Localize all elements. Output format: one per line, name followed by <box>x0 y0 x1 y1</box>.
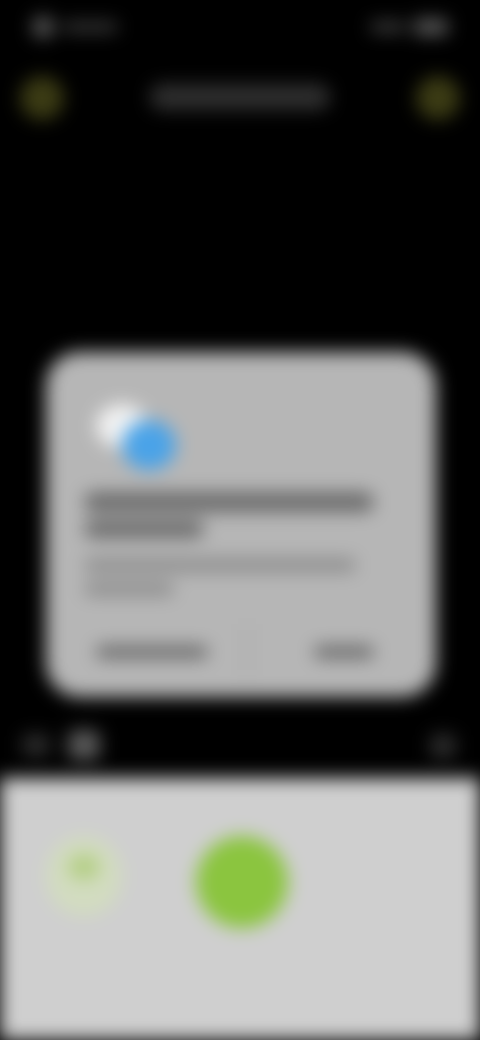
status-bar <box>0 0 480 56</box>
options-icon[interactable] <box>416 76 460 120</box>
dialog-primary-button-text <box>314 646 374 658</box>
dialog-primary-button[interactable] <box>274 636 398 666</box>
dialog-title-line-1 <box>84 492 374 512</box>
status-right <box>348 18 448 36</box>
back-icon[interactable] <box>20 76 64 120</box>
dialog-title-line-2 <box>84 520 204 538</box>
dialog-message-line-2 <box>84 582 174 596</box>
primary-action-button[interactable] <box>196 836 288 928</box>
toolbar-row <box>0 716 480 772</box>
status-indicator-icon <box>32 16 54 38</box>
dialog-button-divider <box>246 624 248 676</box>
secondary-action-icon <box>68 854 100 880</box>
dialog-secondary-button[interactable] <box>86 636 218 666</box>
badge-blue-shape <box>122 420 176 470</box>
page-title <box>150 84 330 110</box>
status-left <box>32 16 122 38</box>
bottom-panel <box>0 778 480 1040</box>
app-badge-icon <box>96 400 180 470</box>
toolbar-icon-b[interactable] <box>68 730 100 760</box>
dialog-message-line-1 <box>84 558 356 572</box>
app-screen <box>0 0 480 1040</box>
toolbar-icon-c[interactable] <box>430 734 456 758</box>
blur-layer <box>0 0 480 1040</box>
alert-dialog <box>46 352 436 697</box>
status-time <box>62 22 118 32</box>
battery-icon <box>414 19 448 35</box>
signal-icon <box>370 22 406 32</box>
top-bar <box>0 60 480 130</box>
secondary-action-button[interactable] <box>46 836 122 916</box>
toolbar-icon-a[interactable] <box>22 734 50 756</box>
dialog-secondary-button-text <box>96 646 208 658</box>
